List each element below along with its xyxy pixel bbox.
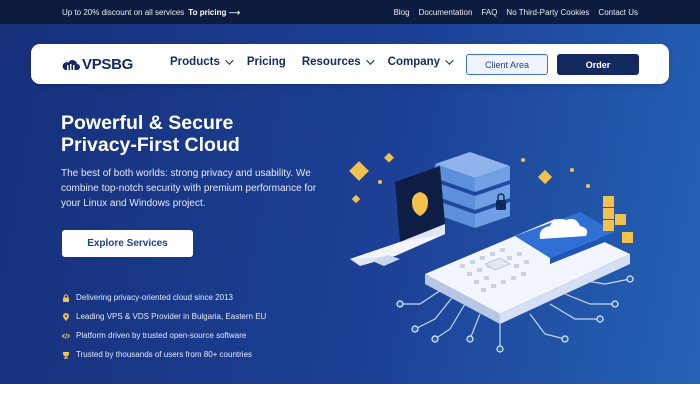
to-pricing-link[interactable]: To pricing ⟶ [188,8,240,17]
chevron-down-icon [225,56,234,65]
explore-services-button[interactable]: Explore Services [62,230,193,257]
primary-nav: Products Pricing Resources Company [170,56,454,68]
cloud-security-illustration [349,152,634,353]
top-links: Blog Documentation FAQ No Third-Party Co… [394,8,638,17]
promo-text: Up to 20% discount on all services [62,7,185,17]
nav-resources[interactable]: Resources [302,56,375,68]
feature-item: Platform driven by trusted open-source s… [62,326,266,345]
cloud-logo-icon [62,60,80,70]
feature-item: Leading VPS & VDS Provider in Bulgaria, … [62,307,266,326]
nav-pricing[interactable]: Pricing [247,56,286,68]
order-button[interactable]: Order [557,54,639,75]
nav-company[interactable]: Company [388,56,454,68]
trophy-icon [62,351,70,359]
hero-title: Powerful & Secure Privacy-First Cloud [61,112,240,156]
server-stack-icon [435,152,510,228]
promo: Up to 20% discount on all services To pr… [62,8,240,17]
client-area-button[interactable]: Client Area [466,54,548,75]
chevron-down-icon [365,56,375,65]
feature-item: Trusted by thousands of users from 80+ c… [62,345,266,364]
location-pin-icon [62,312,70,321]
faq-link[interactable]: FAQ [481,8,497,17]
laptop-icon [350,166,445,266]
arrow-right-icon: ⟶ [228,7,241,17]
nav-products[interactable]: Products [170,56,234,68]
no-third-party-cookies-link[interactable]: No Third-Party Cookies [506,8,589,17]
documentation-link[interactable]: Documentation [419,8,473,17]
lock-icon [62,293,70,302]
main-navbar: VPSBG Products Pricing Resources Company… [31,44,669,84]
hero-section: VPSBG Products Pricing Resources Company… [0,24,700,384]
blog-link[interactable]: Blog [394,8,410,17]
top-announcement-bar: Up to 20% discount on all services To pr… [0,0,700,24]
feature-list: Delivering privacy-oriented cloud since … [62,288,266,364]
feature-item: Delivering privacy-oriented cloud since … [62,288,266,307]
hero-subtitle: The best of both worlds: strong privacy … [61,168,317,209]
code-icon [62,332,70,340]
logo-text: VPSBG [82,56,134,73]
logo[interactable]: VPSBG [62,56,133,73]
chevron-down-icon [445,56,454,65]
contact-us-link[interactable]: Contact Us [598,8,638,17]
